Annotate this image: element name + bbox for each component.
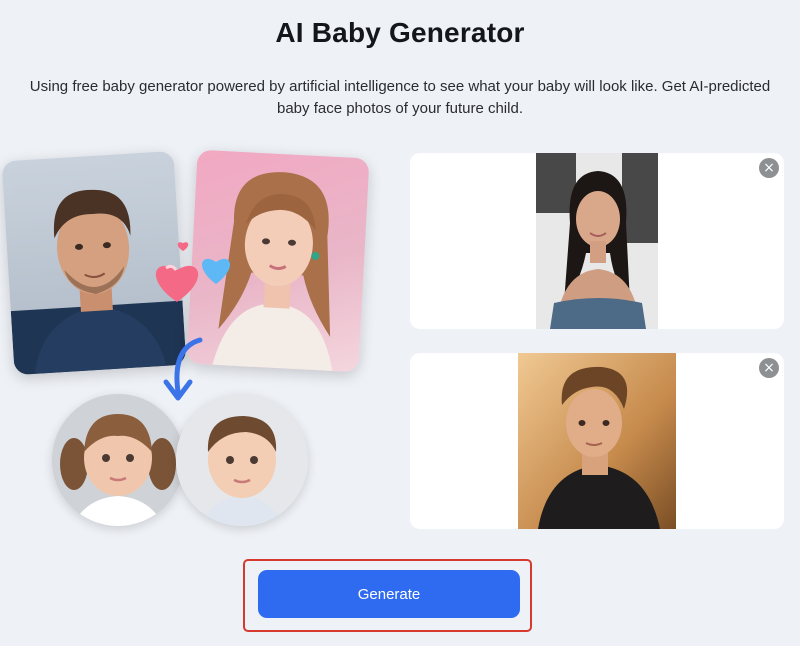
uploaded-photo-card-mother[interactable]: × [410, 153, 784, 329]
remove-photo-button[interactable]: × [759, 158, 779, 178]
remove-photo-button[interactable]: × [759, 358, 779, 378]
heart-icon [177, 242, 189, 251]
baby-boy-photo [176, 394, 308, 526]
uploaded-woman-photo [536, 153, 658, 329]
heart-icon [155, 264, 199, 302]
uploaded-man-photo [518, 353, 676, 529]
arrow-down-icon [163, 337, 203, 401]
uploaded-photo-card-father[interactable]: × [410, 353, 784, 529]
parents-to-baby-illustration [0, 148, 400, 538]
heart-icon [202, 258, 230, 284]
generate-button[interactable]: Generate [258, 570, 520, 618]
baby-girl-photo [52, 394, 184, 526]
page-description: Using free baby generator powered by art… [29, 78, 771, 117]
page-title: AI Baby Generator [275, 17, 525, 48]
